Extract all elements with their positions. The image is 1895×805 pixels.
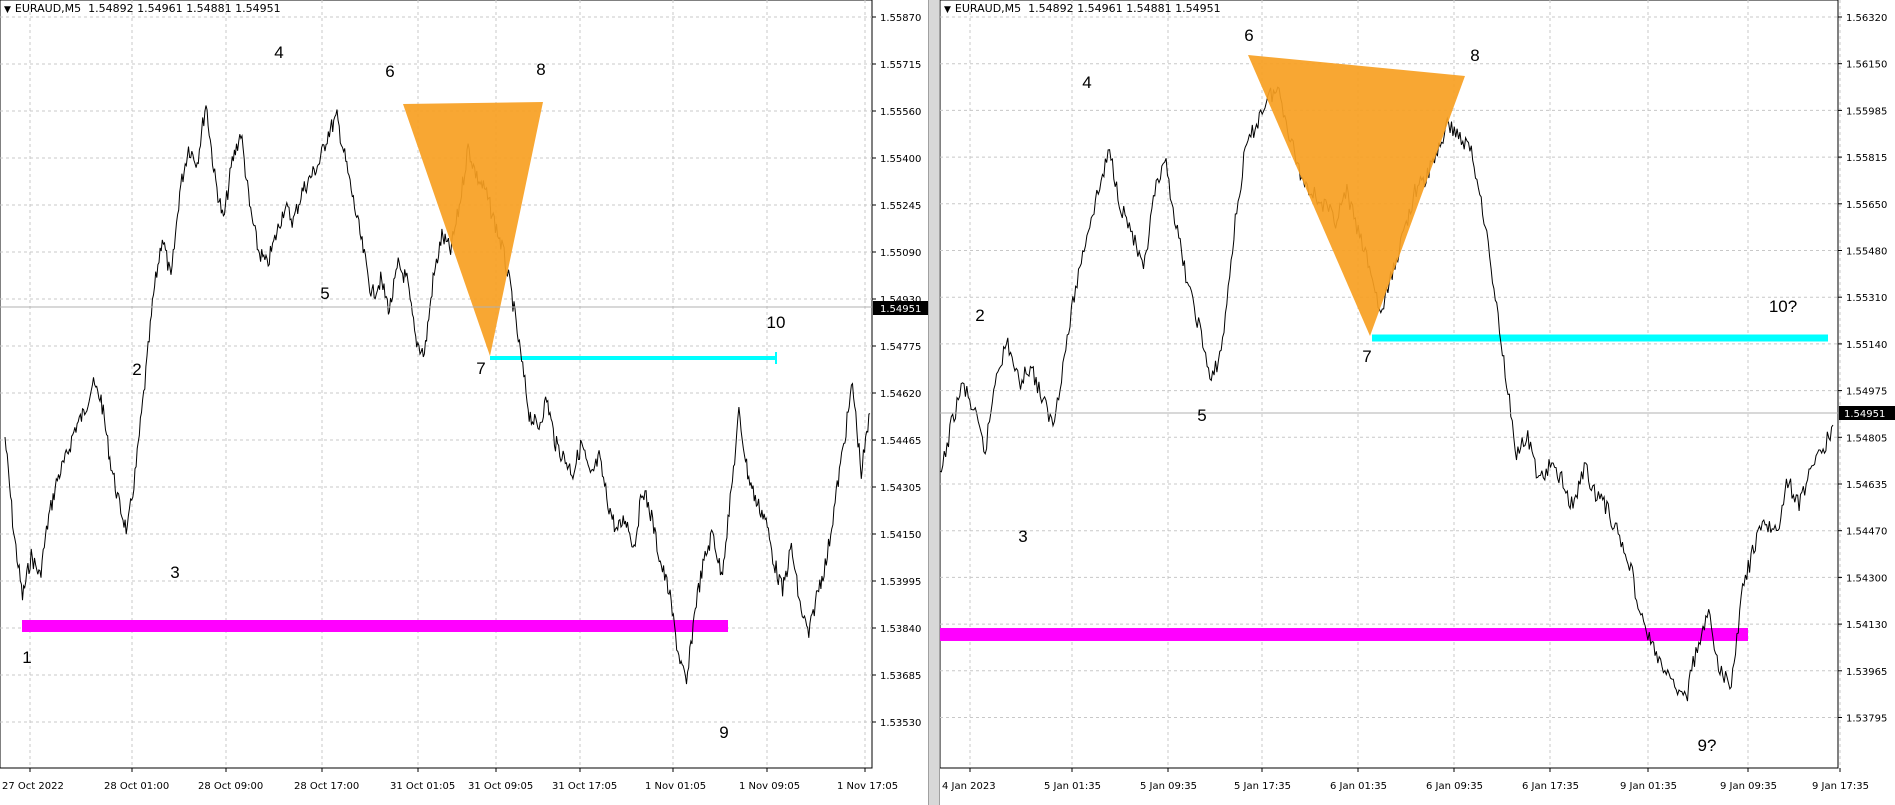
time-tick-label: 1 Nov 01:05 xyxy=(645,781,706,792)
price-tick-label: 1.53530 xyxy=(880,718,921,729)
chart-splitter[interactable] xyxy=(928,0,940,805)
wave-label: 3 xyxy=(170,563,179,582)
price-tick-label: 1.55815 xyxy=(1846,153,1887,164)
ohlc-values: 1.54892 1.54961 1.54881 1.54951 xyxy=(88,2,281,15)
price-tick-label: 1.55560 xyxy=(880,107,921,118)
wave-label: 8 xyxy=(536,60,545,79)
wave-label: 2 xyxy=(132,360,141,379)
price-tick-label: 1.55090 xyxy=(880,248,921,259)
wave-label: 8 xyxy=(1470,46,1479,65)
price-tick-label: 1.54975 xyxy=(1846,387,1887,398)
symbol-label: EURAUD,M5 xyxy=(954,2,1022,15)
price-tick-label: 1.55650 xyxy=(1846,200,1887,211)
price-tick-label: 1.54130 xyxy=(1846,620,1887,631)
time-tick-label: 1 Nov 17:05 xyxy=(837,781,898,792)
price-tick-label: 1.55140 xyxy=(1846,340,1887,351)
price-tick-label: 1.55870 xyxy=(880,13,921,24)
wave-label: 4 xyxy=(1082,73,1091,92)
price-tick-label: 1.53840 xyxy=(880,624,921,635)
chart-left-canvas[interactable]: 1.55870 1.55715 1.55560 1.55400 1.55245 1.550… xyxy=(0,0,928,805)
time-tick-label: 5 Jan 01:35 xyxy=(1044,781,1101,792)
current-price-box: 1.54951 xyxy=(873,301,928,315)
wave-label: 4 xyxy=(274,43,283,62)
price-tick-label: 1.54305 xyxy=(880,483,921,494)
price-tick-label: 1.55400 xyxy=(880,154,921,165)
time-tick-label: 4 Jan 2023 xyxy=(942,781,996,792)
current-price: 1.54951 xyxy=(880,304,921,315)
time-axis[interactable]: 4 Jan 2023 5 Jan 01:35 5 Jan 09:35 5 Jan 17… xyxy=(942,768,1869,792)
chart-left[interactable]: 1.55870 1.55715 1.55560 1.55400 1.55245 1.550… xyxy=(0,0,928,805)
time-tick-label: 9 Jan 09:35 xyxy=(1720,781,1777,792)
price-tick-label: 1.54150 xyxy=(880,530,921,541)
price-tick-label: 1.55985 xyxy=(1846,106,1887,117)
time-tick-label: 5 Jan 17:35 xyxy=(1234,781,1291,792)
support-zone xyxy=(940,628,1748,641)
price-tick-label: 1.54805 xyxy=(1846,433,1887,444)
price-axis[interactable]: 1.56320 1.56150 1.55985 1.55815 1.55650 1.554… xyxy=(1838,13,1887,725)
caret-down-icon[interactable]: ▼ xyxy=(4,5,11,15)
time-tick-label: 5 Jan 09:35 xyxy=(1140,781,1197,792)
time-tick-label: 1 Nov 09:05 xyxy=(739,781,800,792)
wave-label: 10? xyxy=(1769,297,1797,316)
price-tick-label: 1.54620 xyxy=(880,389,921,400)
time-tick-label: 6 Jan 01:35 xyxy=(1330,781,1387,792)
time-tick-label: 28 Oct 09:00 xyxy=(198,781,263,792)
price-tick-label: 1.54470 xyxy=(1846,527,1887,538)
wave-label: 3 xyxy=(1018,527,1027,546)
wave-label: 7 xyxy=(1362,347,1371,366)
time-tick-label: 28 Oct 01:00 xyxy=(104,781,169,792)
time-tick-label: 6 Jan 17:35 xyxy=(1522,781,1579,792)
wave-label: 1 xyxy=(22,648,31,667)
price-tick-label: 1.54775 xyxy=(880,342,921,353)
time-tick-label: 31 Oct 01:05 xyxy=(390,781,455,792)
chart-header: ▼ EURAUD,M5 1.54892 1.54961 1.54881 1.549… xyxy=(4,2,281,15)
time-tick-label: 31 Oct 17:05 xyxy=(552,781,617,792)
wave-label: 10 xyxy=(767,313,786,332)
time-tick-label: 31 Oct 09:05 xyxy=(468,781,533,792)
time-tick-label: 6 Jan 09:35 xyxy=(1426,781,1483,792)
time-axis[interactable]: 27 Oct 2022 28 Oct 01:00 28 Oct 09:00 28 Oc… xyxy=(2,768,898,792)
price-tick-label: 1.53965 xyxy=(1846,667,1887,678)
wave-label: 9 xyxy=(719,723,728,742)
current-price-box: 1.54951 xyxy=(1839,406,1895,420)
symbol-label: EURAUD,M5 xyxy=(14,2,82,15)
price-tick-label: 1.53995 xyxy=(880,577,921,588)
chart-right-canvas[interactable]: 1.56320 1.56150 1.55985 1.55815 1.55650 1.554… xyxy=(940,0,1895,805)
price-tick-label: 1.55310 xyxy=(1846,293,1887,304)
price-axis[interactable]: 1.55870 1.55715 1.55560 1.55400 1.55245 1.550… xyxy=(872,13,921,729)
wave-label: 5 xyxy=(320,284,329,303)
time-tick-label: 27 Oct 2022 xyxy=(2,781,64,792)
price-tick-label: 1.54635 xyxy=(1846,480,1887,491)
wave-label: 6 xyxy=(1244,26,1253,45)
chart-right[interactable]: 1.56320 1.56150 1.55985 1.55815 1.55650 1.554… xyxy=(940,0,1895,805)
ohlc-values: 1.54892 1.54961 1.54881 1.54951 xyxy=(1028,2,1221,15)
price-tick-label: 1.56150 xyxy=(1846,60,1887,71)
caret-down-icon[interactable]: ▼ xyxy=(944,5,951,15)
wave-label: 6 xyxy=(385,62,394,81)
price-tick-label: 1.55245 xyxy=(880,201,921,212)
wave-label: 5 xyxy=(1197,406,1206,425)
wave-label: 7 xyxy=(476,359,485,378)
price-tick-label: 1.53685 xyxy=(880,671,921,682)
price-tick-label: 1.54465 xyxy=(880,436,921,447)
time-tick-label: 28 Oct 17:00 xyxy=(294,781,359,792)
wave-label: 2 xyxy=(975,306,984,325)
time-tick-label: 9 Jan 01:35 xyxy=(1620,781,1677,792)
current-price: 1.54951 xyxy=(1844,409,1885,420)
price-tick-label: 1.55715 xyxy=(880,60,921,71)
price-tick-label: 1.55480 xyxy=(1846,247,1887,258)
price-tick-label: 1.54300 xyxy=(1846,573,1887,584)
price-tick-label: 1.53795 xyxy=(1846,714,1887,725)
wave-label: 9? xyxy=(1698,736,1717,755)
price-tick-label: 1.56320 xyxy=(1846,13,1887,24)
chart-header: ▼ EURAUD,M5 1.54892 1.54961 1.54881 1.549… xyxy=(944,2,1221,15)
support-zone xyxy=(22,620,728,632)
time-tick-label: 9 Jan 17:35 xyxy=(1812,781,1869,792)
